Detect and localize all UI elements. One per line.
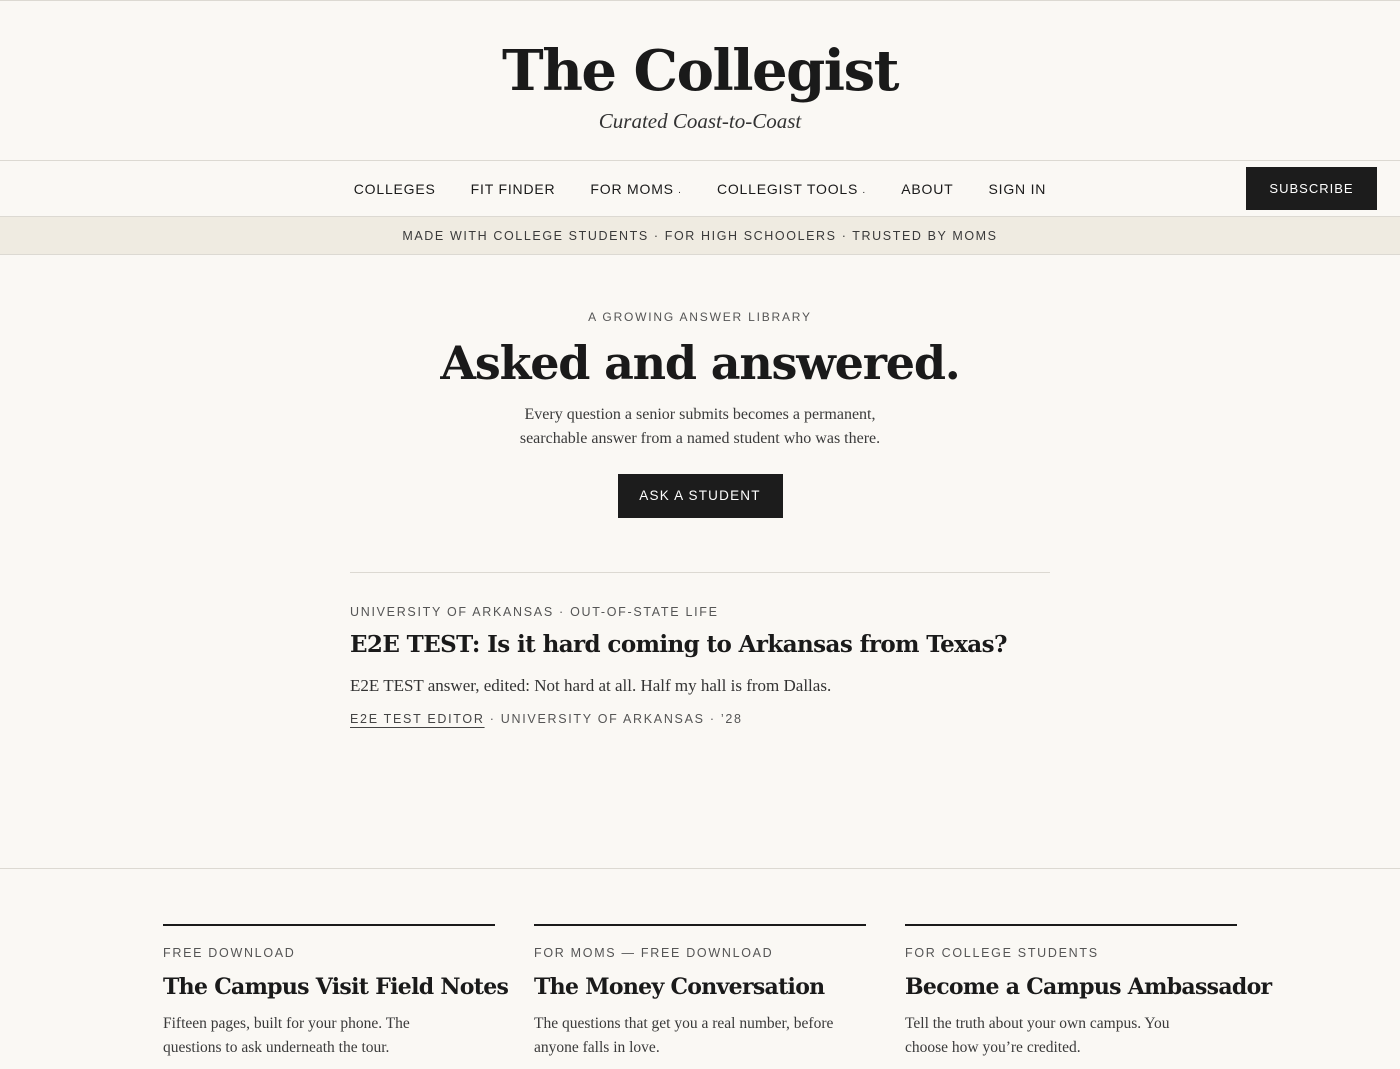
card-kicker: FREE DOWNLOAD	[163, 946, 296, 960]
card-campus-ambassador[interactable]: FOR COLLEGE STUDENTS Become a Campus Amb…	[905, 924, 1272, 1060]
hero-section: A GROWING ANSWER LIBRARY Asked and answe…	[0, 255, 1400, 518]
card-kicker: FOR MOMS — FREE DOWNLOAD	[534, 946, 774, 960]
answer-meta: UNIVERSITY OF ARKANSAS · OUT-OF-STATE LI…	[350, 604, 719, 619]
card-kicker: FOR COLLEGE STUDENTS	[905, 946, 1099, 960]
hero-eyebrow: A GROWING ANSWER LIBRARY	[588, 310, 812, 324]
card-title[interactable]: The Money Conversation	[534, 974, 866, 1000]
answer-list: UNIVERSITY OF ARKANSAS · OUT-OF-STATE LI…	[350, 571, 1050, 726]
answer-text: E2E TEST answer, edited: Not hard at all…	[350, 675, 832, 695]
nav-item-label: COLLEGIST TOOLS	[716, 180, 859, 197]
card-body: Tell the truth about your own campus. Yo…	[905, 1015, 1170, 1056]
site-tagline: Curated Coast-to-Coast	[598, 109, 802, 133]
nav-item-label: COLLEGES	[353, 180, 436, 197]
card-title[interactable]: Become a Campus Ambassador	[905, 974, 1272, 1000]
nav-item-sign-in[interactable]: SIGN IN	[989, 181, 1047, 197]
nav-item-label: FOR MOMS	[590, 180, 674, 197]
answer-question-link[interactable]: E2E TEST: Is it hard coming to Arkansas …	[350, 631, 1050, 658]
nav-item-label: FIT FINDER	[470, 180, 556, 197]
hero-description: Every question a senior submits becomes …	[519, 405, 881, 447]
nav-item-label: ABOUT	[901, 180, 954, 197]
nav-item-colleges[interactable]: COLLEGES	[354, 181, 436, 197]
subscribe-button[interactable]: SUBSCRIBE	[1246, 167, 1377, 210]
dropdown-caret-icon: ·	[862, 186, 867, 198]
resources-section: FREE DOWNLOAD The Campus Visit Field Not…	[0, 868, 1400, 1060]
nav-links: COLLEGES FIT FINDER FOR MOMS · COLLEGIST …	[0, 161, 1400, 216]
card-money-conversation[interactable]: FOR MOMS — FREE DOWNLOAD The Money Conve…	[534, 924, 866, 1060]
card-title[interactable]: The Campus Visit Field Notes	[163, 974, 509, 1000]
site-logo[interactable]: The Collegist	[0, 1, 1400, 99]
masthead: The Collegist Curated Coast-to-Coast	[0, 1, 1400, 161]
hero-title: Asked and answered.	[440, 336, 960, 390]
card-body: The questions that get you a real number…	[534, 1015, 834, 1056]
answer-author-details: · UNIVERSITY OF ARKANSAS · ’28	[484, 711, 743, 726]
answer-author-link[interactable]: E2E TEST EDITOR	[350, 712, 485, 726]
answer-byline: E2E TEST EDITOR · UNIVERSITY OF ARKANSAS…	[350, 712, 1050, 726]
nav-item-about[interactable]: ABOUT	[901, 181, 953, 197]
dropdown-caret-icon: ·	[677, 186, 682, 198]
nav-item-for-moms[interactable]: FOR MOMS ·	[590, 180, 682, 198]
nav-item-label: SIGN IN	[988, 180, 1047, 197]
resource-cards: FREE DOWNLOAD The Campus Visit Field Not…	[0, 869, 1400, 1060]
ask-a-student-button[interactable]: ASK A STUDENT	[617, 473, 783, 518]
trust-strip: MADE WITH COLLEGE STUDENTS · FOR HIGH SC…	[0, 217, 1400, 255]
nav-item-collegist-tools[interactable]: COLLEGIST TOOLS ·	[716, 180, 867, 198]
main-nav: COLLEGES FIT FINDER FOR MOMS · COLLEGIST …	[0, 161, 1400, 217]
card-campus-visit-field-notes[interactable]: FREE DOWNLOAD The Campus Visit Field Not…	[163, 924, 509, 1060]
card-body: Fifteen pages, built for your phone. The…	[163, 1015, 410, 1056]
nav-item-fit-finder[interactable]: FIT FINDER	[471, 181, 556, 197]
answer-item: UNIVERSITY OF ARKANSAS · OUT-OF-STATE LI…	[350, 605, 1050, 726]
